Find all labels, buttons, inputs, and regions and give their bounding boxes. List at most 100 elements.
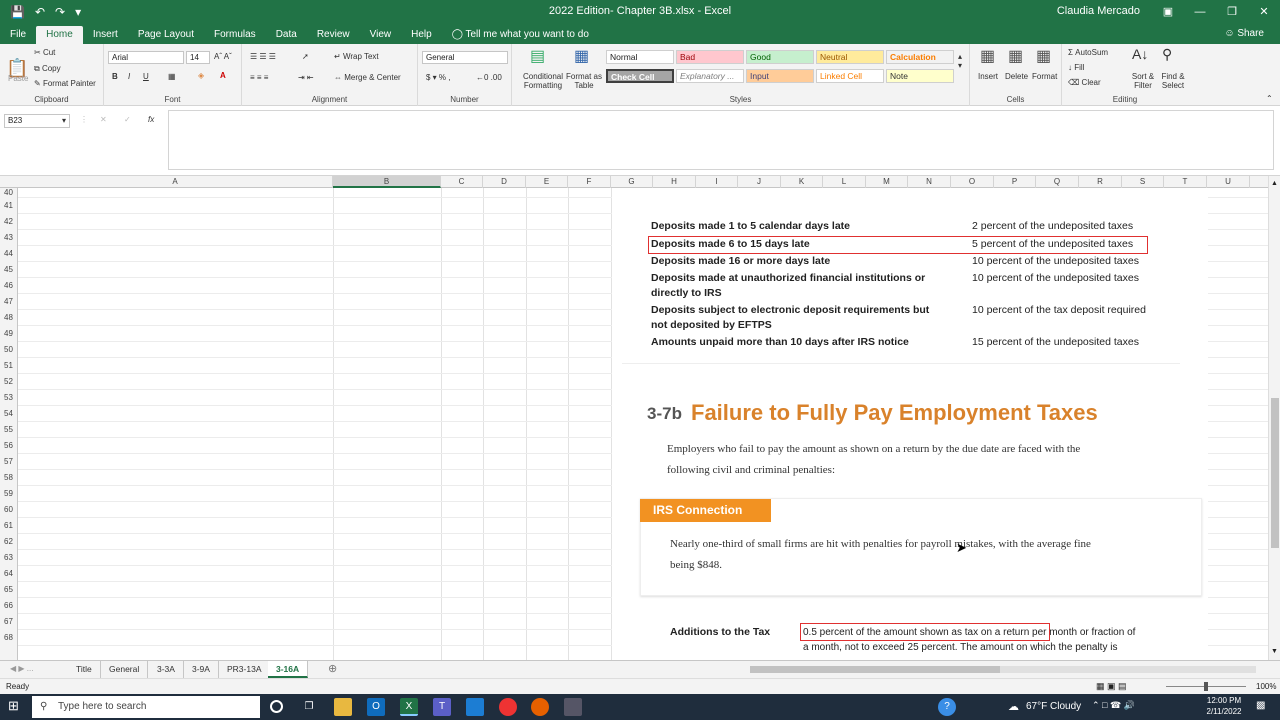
style-check-cell[interactable]: Check Cell [606,69,674,83]
name-box[interactable]: B23 [4,114,70,128]
horizontal-scrollbar[interactable] [750,666,1256,673]
zoom-level[interactable]: 100% [1256,682,1276,691]
tab-review[interactable]: Review [307,26,360,44]
file-explorer-icon[interactable] [334,698,352,716]
wrap-text-button[interactable]: ↵ Wrap Text [334,52,379,61]
row-header[interactable]: 40 [0,189,17,197]
scroll-thumb[interactable] [1271,398,1279,548]
row-header[interactable]: 41 [0,198,17,214]
align-top-icon[interactable]: ☰ ☰ ☰ [250,52,276,61]
cortana-icon[interactable] [270,700,283,713]
font-color-icon[interactable]: A [220,71,226,80]
column-header[interactable]: M [866,176,908,188]
tab-help[interactable]: Help [401,26,442,44]
zoom-slider-thumb[interactable] [1204,682,1208,691]
borders-icon[interactable]: ▦ [168,72,176,81]
row-header[interactable]: 52 [0,374,17,390]
column-header[interactable]: D [483,176,526,188]
row-header[interactable]: 50 [0,342,17,358]
redo-icon[interactable]: ↷ [55,5,65,19]
column-header[interactable]: G [611,176,653,188]
copy-button[interactable]: ⧉ Copy [34,64,61,74]
column-header[interactable]: J [738,176,781,188]
vertical-scrollbar[interactable]: ▲ ▼ [1268,176,1280,660]
italic-button[interactable]: I [128,72,130,81]
formula-input[interactable] [168,110,1274,170]
sheet-nav-icon[interactable]: ◀ ▶ ... [10,664,33,673]
autosum-button[interactable]: Σ AutoSum [1068,48,1108,57]
embedded-textbook-image[interactable]: Deposits made 1 to 5 calendar days late … [612,194,1208,660]
column-header[interactable]: U [1207,176,1250,188]
row-header[interactable]: 59 [0,486,17,502]
excel-icon[interactable]: X [400,698,418,716]
column-header[interactable]: E [526,176,568,188]
style-good[interactable]: Good [746,50,814,64]
row-header[interactable]: 64 [0,566,17,582]
user-name[interactable]: Claudia Mercado [1057,5,1140,17]
row-header[interactable]: 47 [0,294,17,310]
column-header[interactable]: H [653,176,696,188]
cancel-icon[interactable]: ✕ [100,115,107,124]
row-header[interactable]: 57 [0,454,17,470]
add-sheet-icon[interactable]: ⊕ [328,662,337,675]
column-header[interactable]: Q [1036,176,1079,188]
tab-formulas[interactable]: Formulas [204,26,266,44]
row-header[interactable]: 45 [0,262,17,278]
row-header[interactable]: 46 [0,278,17,294]
style-neutral[interactable]: Neutral [816,50,884,64]
clock-time[interactable]: 12:00 PM [1204,696,1244,705]
teams-icon[interactable]: T [433,698,451,716]
row-header[interactable]: 60 [0,502,17,518]
weather-text[interactable]: 67°F Cloudy [1026,701,1081,712]
style-note[interactable]: Note [886,69,954,83]
grow-font-icon[interactable]: Aˆ Aˇ [214,52,232,61]
sheet-tab[interactable]: Title [68,661,101,678]
clock-date[interactable]: 2/11/2022 [1202,707,1246,716]
column-header[interactable]: T [1164,176,1207,188]
row-header[interactable]: 49 [0,326,17,342]
system-tray-icons[interactable]: ⌃ □ ☎ 🔊 [1092,700,1135,711]
taskbar-search[interactable]: ⚲ Type here to search [32,696,260,718]
font-size-combo[interactable]: 14 [186,51,210,64]
help-icon[interactable]: ? [938,698,956,716]
decimal-icon[interactable]: ←0 .00 [476,73,502,82]
row-header[interactable]: 56 [0,438,17,454]
column-header[interactable]: F [568,176,611,188]
row-header[interactable]: 62 [0,534,17,550]
row-header[interactable]: 53 [0,390,17,406]
row-header[interactable]: 54 [0,406,17,422]
style-calculation[interactable]: Calculation [886,50,954,64]
sheet-tab[interactable]: General [101,661,149,678]
row-header[interactable]: 65 [0,582,17,598]
fill-button[interactable]: ↓ Fill [1068,63,1084,72]
fill-color-icon[interactable]: ◈ [198,71,204,80]
row-header[interactable]: 58 [0,470,17,486]
tab-insert[interactable]: Insert [83,26,128,44]
sheet-tab-active[interactable]: 3-16A [268,661,309,678]
column-header[interactable]: O [951,176,994,188]
view-buttons[interactable]: ▦ ▣ ▤ [1096,681,1127,692]
orientation-icon[interactable]: ➚ [302,52,309,61]
find-select-button[interactable]: Find & Select [1158,72,1188,90]
share-button[interactable]: ☺ Share [1224,28,1264,39]
number-format-combo[interactable]: General [422,51,508,64]
indent-icon[interactable]: ⇥ ⇤ [298,73,314,82]
column-header[interactable]: I [696,176,738,188]
delete-cells-button[interactable]: Delete [1005,72,1028,81]
clear-button[interactable]: ⌫ Clear [1068,78,1101,87]
close-button[interactable]: ✕ [1248,0,1280,24]
tab-file[interactable]: File [0,26,36,44]
sheet-tab[interactable]: 3-3A [149,661,184,678]
insert-function-icon[interactable]: fx [148,115,154,124]
conditional-formatting-button[interactable]: Conditional Formatting [516,72,570,90]
enter-icon[interactable]: ✓ [124,115,131,124]
name-box-dropdown-icon[interactable]: ▾ [62,116,66,125]
ribbon-display-icon[interactable]: ▣ [1152,0,1184,24]
row-header[interactable]: 63 [0,550,17,566]
firefox-icon[interactable] [531,698,549,716]
column-header[interactable]: R [1079,176,1122,188]
save-icon[interactable]: 💾 [10,5,25,19]
scroll-down-icon[interactable]: ▼ [1271,648,1278,655]
cut-button[interactable]: ✂ Cut [34,48,55,57]
align-left-icon[interactable]: ≡ ≡ ≡ [250,73,268,82]
